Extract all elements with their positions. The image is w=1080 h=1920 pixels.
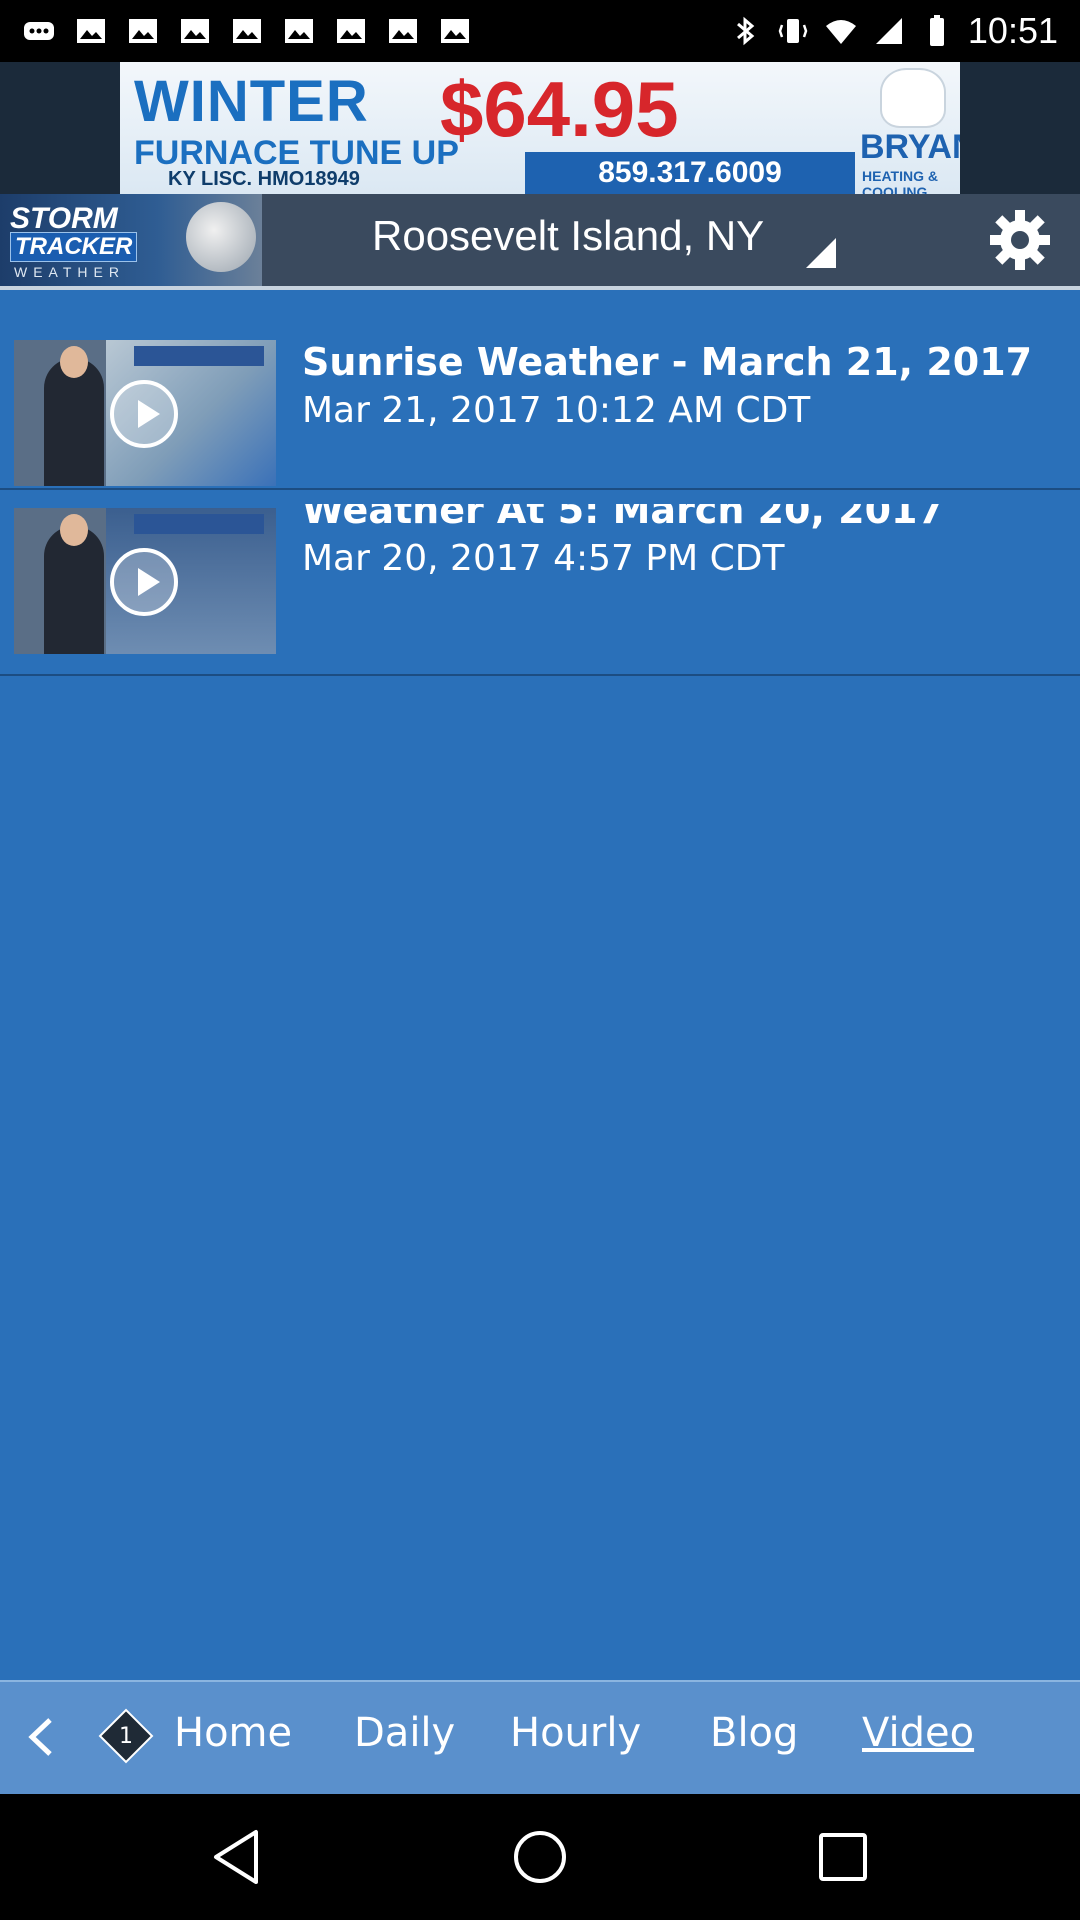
gear-icon[interactable] bbox=[986, 206, 1054, 274]
status-bar: 10:51 bbox=[0, 0, 1080, 62]
back-icon[interactable] bbox=[206, 1824, 272, 1890]
bluetooth-icon bbox=[736, 16, 755, 46]
clock: 10:51 bbox=[967, 10, 1058, 51]
ad-price: $64.95 bbox=[440, 65, 679, 153]
ad-banner-area: WINTER FURNACE TUNE UP KY LISC. HMO18949… bbox=[0, 62, 1080, 194]
logo-line2: TRACKER bbox=[10, 232, 138, 262]
alert-count: 1 bbox=[119, 1723, 133, 1749]
ad-headline: WINTER bbox=[134, 69, 369, 134]
image-icon bbox=[129, 19, 157, 43]
video-date: Mar 21, 2017 10:12 AM CDT bbox=[302, 390, 811, 431]
tab-daily[interactable]: Daily bbox=[354, 1710, 455, 1756]
home-icon[interactable] bbox=[507, 1824, 573, 1890]
chevron-left-icon[interactable] bbox=[18, 1712, 68, 1762]
image-icon bbox=[181, 19, 209, 43]
video-date: Mar 20, 2017 4:57 PM CDT bbox=[302, 538, 785, 579]
image-icon bbox=[337, 19, 365, 43]
video-thumbnail[interactable] bbox=[14, 340, 276, 486]
play-icon[interactable] bbox=[110, 380, 178, 448]
signal-icon bbox=[875, 18, 902, 44]
tab-hourly[interactable]: Hourly bbox=[510, 1710, 641, 1756]
image-icon bbox=[77, 19, 105, 43]
ad-brand: BRYANT bbox=[860, 128, 960, 166]
wifi-icon bbox=[825, 20, 856, 44]
recents-icon[interactable] bbox=[810, 1824, 876, 1890]
logo-line1: STORM bbox=[10, 202, 118, 235]
image-icon bbox=[389, 19, 417, 43]
play-icon[interactable] bbox=[110, 548, 178, 616]
image-icon bbox=[233, 19, 261, 43]
radar-dish-image bbox=[186, 202, 256, 272]
ad-banner[interactable]: WINTER FURNACE TUNE UP KY LISC. HMO18949… bbox=[120, 62, 960, 194]
vibrate-icon bbox=[778, 19, 808, 43]
system-icons: 10:51 bbox=[728, 10, 1058, 52]
video-list-item[interactable]: Sunrise Weather - March 21, 2017 Mar 21,… bbox=[0, 318, 1080, 490]
ad-phone: 859.317.6009 bbox=[525, 152, 855, 194]
tab-home[interactable]: Home bbox=[174, 1710, 292, 1756]
stormtracker-bar bbox=[134, 346, 264, 366]
battery-icon bbox=[929, 15, 944, 46]
location-selector[interactable]: Roosevelt Island, NY bbox=[372, 212, 764, 260]
tab-video[interactable]: Video bbox=[862, 1710, 974, 1756]
presenter-face bbox=[60, 514, 88, 546]
video-title: Weather At 5: March 20, 2017 bbox=[302, 504, 944, 532]
presenter-face bbox=[60, 346, 88, 378]
more-icon bbox=[24, 22, 54, 40]
dropdown-triangle-icon[interactable] bbox=[806, 238, 836, 268]
video-title: Sunrise Weather - March 21, 2017 bbox=[302, 340, 1033, 384]
notification-icons bbox=[22, 14, 472, 48]
image-icon bbox=[441, 19, 469, 43]
storm-tracker-logo: STORM TRACKER WEATHER bbox=[0, 194, 262, 286]
stormtracker-bar bbox=[134, 514, 264, 534]
tab-blog[interactable]: Blog bbox=[710, 1710, 798, 1756]
video-list-item[interactable]: Weather At 5: March 20, 2017 Mar 20, 201… bbox=[0, 504, 1080, 676]
image-icon bbox=[285, 19, 313, 43]
system-nav-bar bbox=[0, 1794, 1080, 1920]
ad-license: KY LISC. HMO18949 bbox=[168, 168, 360, 190]
app-header: STORM TRACKER WEATHER Roosevelt Island, … bbox=[0, 194, 1080, 286]
ad-brand-sub: HEATING & COOLING bbox=[862, 168, 938, 194]
mascot-image bbox=[880, 68, 946, 128]
bottom-tab-bar: 1 Home Daily Hourly Blog Video bbox=[0, 1680, 1080, 1794]
logo-line3: WEATHER bbox=[14, 264, 125, 280]
video-list: Sunrise Weather - March 21, 2017 Mar 21,… bbox=[0, 286, 1080, 1680]
video-thumbnail[interactable] bbox=[14, 508, 276, 654]
